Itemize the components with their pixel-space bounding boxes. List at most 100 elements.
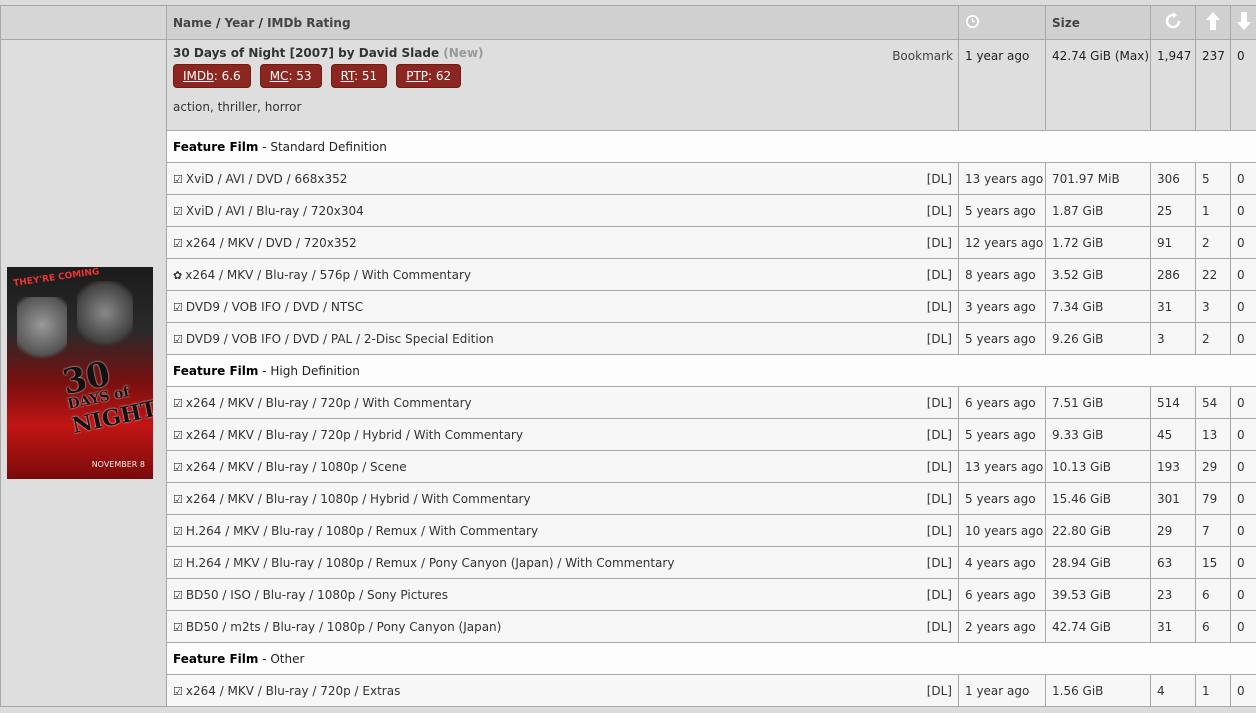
torrent-seeders: 3	[1195, 290, 1231, 323]
tag-separator: ,	[257, 100, 265, 114]
torrent-name-cell: ☑ H.264 / MKV / Blu-ray / 1080p / Remux /…	[166, 514, 959, 547]
torrent-seeders: 54	[1195, 386, 1231, 419]
torrent-name-link[interactable]: DVD9 / VOB IFO / DVD / PAL / 2-Disc Spec…	[186, 332, 494, 346]
torrent-row[interactable]: ☑ H.264 / MKV / Blu-ray / 1080p / Remux /…	[1, 514, 1256, 547]
torrent-snatched: 23	[1150, 578, 1196, 611]
torrent-name-link[interactable]: x264 / MKV / Blu-ray / 1080p / Scene	[186, 460, 407, 474]
rating-label[interactable]: RT	[341, 69, 354, 83]
torrent-name-link[interactable]: DVD9 / VOB IFO / DVD / NTSC	[186, 300, 363, 314]
torrent-row[interactable]: ☑ BD50 / ISO / Blu-ray / 1080p / Sony Pic…	[1, 578, 1256, 611]
torrent-seeders: 1	[1195, 194, 1231, 227]
torrent-size: 9.26 GiB	[1045, 322, 1151, 355]
download-link[interactable]: [DL]	[927, 204, 952, 218]
torrent-name-link[interactable]: x264 / MKV / Blu-ray / 720p / Extras	[186, 684, 400, 698]
torrent-name-link[interactable]: x264 / MKV / Blu-ray / 720p / With Comme…	[186, 396, 472, 410]
torrent-row[interactable]: ☑ x264 / MKV / Blu-ray / 720p / With Comm…	[1, 386, 1256, 419]
edition-row: Feature Film - High Definition	[1, 354, 1256, 387]
torrent-row[interactable]: ☑ XviD / AVI / Blu-ray / 720x304 [DL] 5 yea…	[1, 194, 1256, 227]
bookmark-link[interactable]: Bookmark	[892, 49, 953, 63]
torrent-seeders: 2	[1195, 226, 1231, 259]
torrent-row[interactable]: ☑ BD50 / m2ts / Blu-ray / 1080p / Pony Ca…	[1, 610, 1256, 643]
torrent-row[interactable]: ☑ H.264 / MKV / Blu-ray / 1080p / Remux /…	[1, 546, 1256, 579]
edition-header: Feature Film - Standard Definition	[166, 130, 1256, 163]
rating-button-mc[interactable]: MC: 53	[259, 64, 322, 88]
movie-poster[interactable]: THEY'RE COMING 30 DAYS of NIGHT NOVEMBER…	[7, 267, 153, 479]
sort-seeders-header[interactable]	[1195, 5, 1231, 40]
torrent-row[interactable]: ☑ x264 / MKV / Blu-ray / 720p / Hybrid / …	[1, 418, 1256, 451]
torrent-name-link[interactable]: H.264 / MKV / Blu-ray / 1080p / Remux / …	[186, 524, 538, 538]
download-link[interactable]: [DL]	[927, 492, 952, 506]
download-link[interactable]: [DL]	[927, 396, 952, 410]
rating-button-ptp[interactable]: PTP: 62	[396, 64, 462, 88]
checked-icon: ☑	[173, 428, 183, 442]
torrent-name-link[interactable]: x264 / MKV / Blu-ray / 720p / Hybrid / W…	[186, 428, 523, 442]
torrent-snatched: 31	[1150, 290, 1196, 323]
download-link[interactable]: [DL]	[927, 684, 952, 698]
download-link[interactable]: [DL]	[927, 460, 952, 474]
download-link[interactable]: [DL]	[927, 524, 952, 538]
torrent-name-link[interactable]: XviD / AVI / Blu-ray / 720x304	[186, 204, 364, 218]
torrent-seeders: 15	[1195, 546, 1231, 579]
torrent-name-link[interactable]: BD50 / m2ts / Blu-ray / 1080p / Pony Can…	[186, 620, 501, 634]
torrent-name-link[interactable]: BD50 / ISO / Blu-ray / 1080p / Sony Pict…	[186, 588, 448, 602]
download-link[interactable]: [DL]	[927, 236, 952, 250]
rating-button-rt[interactable]: RT: 51	[330, 64, 388, 88]
sort-leechers-header[interactable]	[1230, 5, 1256, 40]
torrent-name-cell: ☑ x264 / MKV / Blu-ray / 720p / Hybrid / …	[166, 418, 959, 451]
download-link[interactable]: [DL]	[927, 556, 952, 570]
download-link[interactable]: [DL]	[927, 620, 952, 634]
torrent-name-link[interactable]: XviD / AVI / DVD / 668x352	[186, 172, 348, 186]
torrent-name-link[interactable]: x264 / MKV / Blu-ray / 1080p / Hybrid / …	[186, 492, 531, 506]
download-link[interactable]: [DL]	[927, 172, 952, 186]
download-link[interactable]: [DL]	[927, 588, 952, 602]
torrent-name-link[interactable]: H.264 / MKV / Blu-ray / 1080p / Remux / …	[186, 556, 675, 570]
torrent-row[interactable]: ☑ x264 / MKV / Blu-ray / 720p / Extras [DL…	[1, 674, 1256, 707]
download-link[interactable]: [DL]	[927, 268, 952, 282]
sort-size-header[interactable]: Size	[1045, 5, 1151, 40]
rating-button-imdb[interactable]: IMDb: 6.6	[173, 64, 251, 88]
movie-title-link[interactable]: 30 Days of Night	[173, 46, 285, 60]
sort-year-link[interactable]: Year	[225, 16, 255, 30]
refresh-icon	[1165, 12, 1181, 29]
golden-popcorn-icon: ✿	[173, 268, 183, 282]
rating-label[interactable]: IMDb	[183, 69, 214, 83]
sort-name-link[interactable]: Name	[173, 16, 212, 30]
rating-value: : 51	[354, 69, 378, 83]
rating-label[interactable]: MC	[270, 69, 289, 83]
torrent-name-cell: ☑ BD50 / ISO / Blu-ray / 1080p / Sony Pic…	[166, 578, 959, 611]
download-link[interactable]: [DL]	[927, 332, 952, 346]
edition-type: Feature Film	[173, 139, 259, 154]
torrent-row[interactable]: ☑ x264 / MKV / DVD / 720x352 [DL] 12 years …	[1, 226, 1256, 259]
sort-snatched-header[interactable]	[1150, 5, 1196, 40]
torrent-row[interactable]: ☑ x264 / MKV / Blu-ray / 1080p / Scene [DL…	[1, 450, 1256, 483]
ratings-bar: IMDb: 6.6 MC: 53 RT: 51 PTP: 62	[173, 64, 952, 88]
download-link[interactable]: [DL]	[927, 428, 952, 442]
torrent-name-link[interactable]: x264 / MKV / DVD / 720x352	[186, 236, 357, 250]
torrent-size: 7.51 GiB	[1045, 386, 1151, 419]
checked-icon: ☑	[173, 396, 183, 410]
sort-time-header[interactable]	[958, 5, 1046, 40]
genre-tags: action, thriller, horror	[173, 100, 952, 114]
torrent-row[interactable]: ☑ XviD / AVI / DVD / 668x352 [DL] 13 years …	[1, 162, 1256, 195]
torrent-row[interactable]: ☑ x264 / MKV / Blu-ray / 1080p / Hybrid /…	[1, 482, 1256, 515]
download-link[interactable]: [DL]	[927, 300, 952, 314]
torrent-size: 22.80 GiB	[1045, 514, 1151, 547]
torrent-row[interactable]: ✿ x264 / MKV / Blu-ray / 576p / With Comm…	[1, 258, 1256, 291]
movie-time: 1 year ago	[958, 39, 1046, 131]
torrent-leechers: 0	[1230, 514, 1256, 547]
genre-tag[interactable]: horror	[265, 100, 302, 114]
rating-label[interactable]: PTP	[406, 69, 428, 83]
torrent-name-link[interactable]: x264 / MKV / Blu-ray / 576p / With Comme…	[185, 268, 471, 282]
torrent-row[interactable]: ☑ DVD9 / VOB IFO / DVD / PAL / 2-Disc Spe…	[1, 322, 1256, 355]
torrent-time: 3 years ago	[958, 290, 1046, 323]
torrent-name-cell: ☑ x264 / MKV / Blu-ray / 1080p / Scene [DL…	[166, 450, 959, 483]
sort-imdb-link[interactable]: IMDb Rating	[267, 16, 350, 30]
torrent-row[interactable]: ☑ DVD9 / VOB IFO / DVD / NTSC [DL] 3 years …	[1, 290, 1256, 323]
torrent-time: 13 years ago	[958, 450, 1046, 483]
torrent-size: 10.13 GiB	[1045, 450, 1151, 483]
torrent-leechers: 0	[1230, 290, 1256, 323]
genre-tag[interactable]: action	[173, 100, 210, 114]
genre-tag[interactable]: thriller	[218, 100, 258, 114]
header-name: Name / Year / IMDb Rating	[166, 5, 959, 40]
director-link[interactable]: David Slade	[359, 46, 439, 60]
